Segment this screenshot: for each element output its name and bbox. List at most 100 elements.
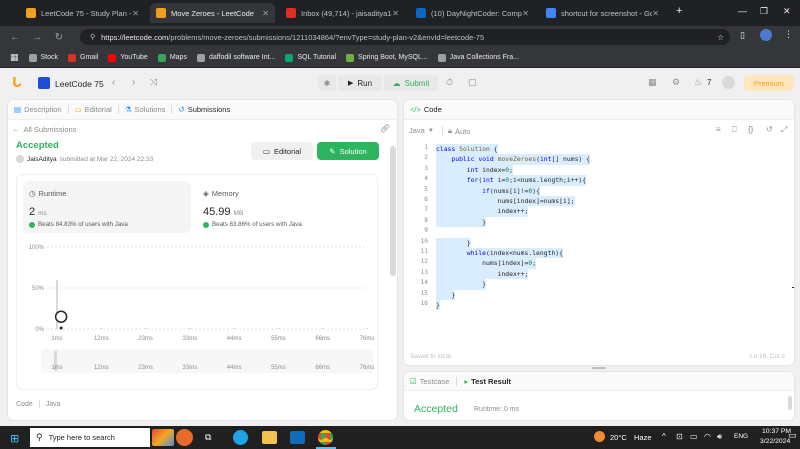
- bookmark-item[interactable]: SQL Tutorial: [285, 53, 336, 62]
- browser-tab[interactable]: Inbox (49,714) - jaisaditya14 ✕: [280, 3, 405, 23]
- close-window-icon[interactable]: ✕: [783, 6, 791, 17]
- tab-description[interactable]: Description: [24, 105, 62, 114]
- chart-overview-label: 44ms: [227, 365, 242, 371]
- browser-tab[interactable]: shortcut for screenshot - Go ✕: [540, 3, 665, 23]
- sidepanel-icon[interactable]: ▯: [740, 30, 745, 41]
- bookmark-star-icon[interactable]: ☆: [717, 33, 724, 42]
- notification-icon[interactable]: ▭: [788, 430, 797, 441]
- runtime-box[interactable]: ◷ Runtime 2 ms Beats 84.83% of users with…: [23, 181, 191, 233]
- weather-icon[interactable]: [594, 431, 605, 442]
- menu-icon[interactable]: ⋮: [784, 29, 793, 40]
- fullscreen-icon[interactable]: ⤢: [781, 125, 787, 135]
- bookmark-label: Gmail: [80, 54, 99, 61]
- memory-box[interactable]: ◈ Memory 45.99 MB Beats 63.86% of users w…: [197, 181, 373, 233]
- bookmark-item[interactable]: Stock: [28, 53, 58, 62]
- panel-resize-handle[interactable]: [592, 367, 606, 369]
- result-scrollbar[interactable]: [788, 396, 792, 410]
- tray-chevron-icon[interactable]: ^: [662, 432, 666, 441]
- debug-button[interactable]: ✱: [318, 75, 336, 91]
- tab-submissions[interactable]: Submissions: [188, 105, 231, 114]
- bookmark-favicon-icon: [346, 53, 355, 62]
- clock-time[interactable]: 10:37 PM: [762, 428, 791, 435]
- share-link-icon[interactable]: 🔗︎: [380, 124, 390, 133]
- submitter-name[interactable]: JaisAditya: [27, 156, 57, 163]
- volume-icon[interactable]: 🔊︎: [717, 432, 722, 442]
- settings-icon[interactable]: ⚙: [672, 77, 680, 88]
- reload-icon[interactable]: ↻: [52, 32, 66, 43]
- prev-problem-icon[interactable]: ‹: [112, 77, 115, 88]
- premium-button[interactable]: Premium: [744, 75, 794, 91]
- user-avatar[interactable]: [722, 76, 735, 89]
- profile-avatar[interactable]: [760, 29, 772, 41]
- windows-start-icon[interactable]: ⊞: [10, 432, 19, 445]
- tab-close-icon[interactable]: ✕: [392, 9, 399, 18]
- weather-temp[interactable]: 20°C: [610, 433, 627, 442]
- solution-button[interactable]: ✎ Solution: [317, 142, 379, 160]
- format-icon[interactable]: ≡: [716, 125, 721, 134]
- chrome-icon[interactable]: [318, 430, 333, 445]
- submit-button[interactable]: ☁ Submit: [384, 75, 438, 91]
- all-submissions-link[interactable]: ← All Submissions: [12, 125, 76, 134]
- edge-icon[interactable]: [233, 430, 248, 445]
- bookmark-icon[interactable]: ⎕: [732, 125, 737, 135]
- tab-close-icon[interactable]: ✕: [262, 9, 269, 18]
- bookmark-item[interactable]: YouTube: [108, 53, 148, 62]
- browser-tab[interactable]: Move Zeroes - LeetCode ✕: [150, 3, 275, 23]
- tab-favicon-icon: [286, 8, 296, 18]
- apps-grid-icon[interactable]: ▦: [10, 52, 19, 63]
- back-icon[interactable]: ←: [8, 32, 22, 43]
- basketball-icon[interactable]: [176, 429, 193, 446]
- mail-icon[interactable]: [290, 431, 305, 444]
- restore-icon[interactable]: ❐: [760, 6, 768, 17]
- tab-close-icon[interactable]: ✕: [522, 9, 529, 18]
- line-number: 13: [420, 268, 428, 276]
- taskbar-search-box[interactable]: ⚲ Type here to search: [30, 428, 150, 447]
- new-tab-button[interactable]: +: [676, 5, 682, 17]
- reset-icon[interactable]: ↺: [766, 125, 773, 134]
- tab-solutions[interactable]: Solutions: [135, 105, 166, 114]
- code-editor[interactable]: 1 class Solution {2 public void moveZeroe…: [404, 144, 790, 314]
- timer-icon[interactable]: ⏱: [446, 77, 453, 88]
- tab-close-icon[interactable]: ✕: [132, 9, 139, 18]
- task-view-icon[interactable]: ⧉: [205, 432, 211, 443]
- auto-mode-toggle[interactable]: 🔒︎ Auto: [448, 126, 470, 136]
- streak-flame-icon[interactable]: ♨: [694, 77, 702, 88]
- editorial-button[interactable]: ▭ Editorial: [251, 142, 313, 160]
- bookmark-item[interactable]: Gmail: [68, 53, 99, 62]
- file-explorer-icon[interactable]: [262, 431, 277, 444]
- weather-desc[interactable]: Haze: [634, 433, 652, 442]
- tab-test-result[interactable]: Test Result: [471, 377, 511, 386]
- chart-xtick-label: 23ms: [138, 336, 153, 342]
- tab-close-icon[interactable]: ✕: [652, 9, 659, 18]
- bookmark-item[interactable]: Java Collections Fra...: [437, 53, 519, 62]
- tab-editorial[interactable]: Editorial: [85, 105, 112, 114]
- forward-icon[interactable]: →: [30, 32, 44, 43]
- layout-icon[interactable]: ▦: [648, 77, 657, 88]
- leetcode-logo-icon[interactable]: ᒐ: [12, 75, 24, 90]
- language-select[interactable]: Java ▼: [409, 126, 434, 135]
- minimize-icon[interactable]: —: [738, 6, 747, 16]
- wifi-icon[interactable]: ◠: [704, 432, 711, 441]
- memory-beats-label: Beats: [212, 221, 228, 228]
- clock-date[interactable]: 3/22/2024: [760, 438, 790, 445]
- tab-testcase[interactable]: Testcase: [420, 377, 450, 386]
- chart-xtick-label: 44ms: [227, 336, 242, 342]
- runtime-distribution-chart[interactable]: 100% 50% 0% 1ms 12ms 23ms 33ms 44ms 55ms 66ms 76ms…: [17, 237, 379, 389]
- widgets-icon[interactable]: [152, 429, 174, 446]
- battery-icon[interactable]: ▭: [690, 432, 698, 441]
- language-indicator[interactable]: ENG: [734, 433, 748, 440]
- browser-tab[interactable]: LeetCode 75 - Study Plan - L ✕: [20, 3, 145, 23]
- next-problem-icon[interactable]: ›: [132, 77, 135, 88]
- shuffle-icon[interactable]: ⤨: [150, 77, 157, 88]
- address-bar[interactable]: ⚲ https://leetcode.com/problems/move-zer…: [80, 29, 730, 45]
- bookmark-item[interactable]: daffodil software Int...: [196, 53, 275, 62]
- network-icon[interactable]: ⊡: [676, 432, 683, 441]
- braces-icon[interactable]: {}: [748, 125, 753, 134]
- study-plan-title[interactable]: LeetCode 75: [55, 79, 104, 89]
- left-panel-scrollbar[interactable]: [390, 146, 396, 276]
- notes-icon[interactable]: ▢: [468, 77, 477, 88]
- run-button[interactable]: ▶ Run: [338, 75, 382, 91]
- bookmark-item[interactable]: Maps: [157, 53, 187, 62]
- bookmark-item[interactable]: Spring Boot, MySQL...: [346, 53, 428, 62]
- browser-tab[interactable]: (10) DayNightCoder: Compl ✕: [410, 3, 535, 23]
